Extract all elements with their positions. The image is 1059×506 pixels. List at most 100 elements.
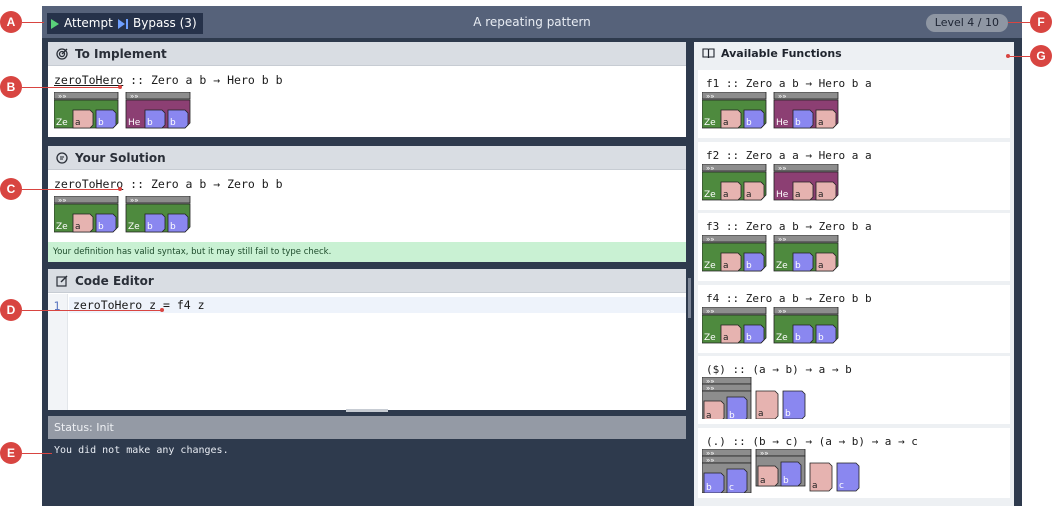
- callout-d-line: [22, 310, 162, 311]
- zero-label: Ze: [128, 222, 140, 232]
- top-bar: Attempt Bypass (3) A repeating pattern L…: [42, 6, 1022, 38]
- target-fn-name: zeroToHero: [54, 73, 124, 87]
- target-type: :: Zero a b → Hero b b: [123, 73, 283, 87]
- callout-a-line: [22, 22, 44, 23]
- status-output: You did not make any changes.: [48, 439, 686, 506]
- var-label: b: [818, 333, 824, 343]
- var-label: b: [795, 118, 801, 128]
- callout-e: E: [0, 442, 22, 464]
- function-signature: f2 :: Zero a a → Hero a a: [706, 149, 872, 162]
- var-label: b: [147, 118, 153, 128]
- target-icon: [56, 47, 68, 60]
- hero-label: He: [128, 118, 141, 128]
- var-label: b: [746, 118, 752, 128]
- zero-label: Ze: [56, 222, 68, 232]
- function-card-f3[interactable]: f3 :: Zero a b → Zero b a »» Ze a b»» Ze b a: [698, 213, 1010, 281]
- callout-b-line: [22, 87, 120, 88]
- solution-type: :: Zero a b → Zero b b: [123, 177, 283, 191]
- arrows-glyph: »»: [130, 93, 139, 101]
- function-card-compose[interactable]: (.) :: (b → c) → (a → b) → a → c »»»» b c»…: [698, 428, 1010, 498]
- var-label: a: [758, 409, 764, 419]
- callout-g: G: [1030, 45, 1052, 67]
- function-card-f4[interactable]: f4 :: Zero a b → Zero b b »» Ze a b»» Ze b b: [698, 285, 1010, 353]
- var-label: a: [818, 261, 824, 271]
- var-label: a: [723, 118, 729, 128]
- var-label: b: [746, 261, 752, 271]
- solution-header: Your Solution: [48, 146, 686, 170]
- var-label: c: [729, 483, 734, 493]
- available-functions-header: Available Functions: [694, 42, 1014, 64]
- to-implement-panel: To Implement zeroToHero :: Zero a b → He…: [48, 42, 686, 137]
- callout-b: B: [0, 76, 22, 98]
- editor-resize-handle[interactable]: [346, 409, 388, 412]
- function-signature: (.) :: (b → c) → (a → b) → a → c: [706, 435, 918, 448]
- var-label: b: [170, 222, 176, 232]
- pane-splitter-grip[interactable]: [688, 278, 691, 318]
- arrows-glyph: »»: [706, 236, 715, 244]
- var-label: a: [723, 190, 729, 200]
- var-label: b: [147, 222, 153, 232]
- callout-d: D: [0, 299, 22, 321]
- zero-label: Ze: [704, 190, 716, 200]
- var-label: a: [706, 411, 712, 419]
- available-functions-panel: Available Functions f1 :: Zero a b → Her…: [694, 42, 1014, 506]
- zero-label: Ze: [704, 333, 716, 343]
- var-label: a: [723, 333, 729, 343]
- arrows-glyph: »»: [58, 197, 67, 205]
- var-label: a: [812, 481, 818, 491]
- var-label: a: [723, 261, 729, 271]
- hero-label: He: [776, 190, 789, 200]
- level-indicator: Level 4 / 10: [925, 14, 1008, 32]
- code-editor-header: Code Editor: [48, 269, 686, 293]
- callout-c-dot: [118, 187, 122, 191]
- edit-icon: [56, 275, 68, 287]
- var-label: a: [746, 190, 752, 200]
- callout-f-line: [1008, 22, 1030, 23]
- function-card-apply[interactable]: ($) :: (a → b) → a → b »»»» a b a b: [698, 356, 1010, 424]
- target-type-diagram: »»Ze a b»»He b b: [54, 92, 191, 129]
- zero-label: Ze: [56, 118, 68, 128]
- app-window: Attempt Bypass (3) A repeating pattern L…: [42, 6, 1022, 506]
- syntax-message: Your definition has valid syntax, but it…: [48, 242, 686, 262]
- code-editor-title: Code Editor: [75, 273, 154, 288]
- arrows-glyph: »»: [58, 93, 67, 101]
- arrows-glyph: »»: [706, 93, 715, 101]
- arrows-glyph: »»: [778, 308, 787, 316]
- var-label: b: [795, 333, 801, 343]
- arrows-glyph: »»: [778, 236, 787, 244]
- var-label: b: [746, 333, 752, 343]
- var-label: b: [729, 411, 735, 419]
- to-implement-title: To Implement: [75, 46, 167, 61]
- book-icon: [702, 47, 715, 58]
- solution-panel: Your Solution zeroToHero :: Zero a b → Z…: [48, 146, 686, 262]
- var-label: a: [75, 118, 81, 128]
- callout-b-dot: [118, 85, 122, 89]
- var-label: a: [795, 190, 801, 200]
- zero-label: Ze: [704, 118, 716, 128]
- arrows-glyph: »»: [778, 93, 787, 101]
- callout-c: C: [0, 178, 22, 200]
- arrows-glyph: »»: [130, 197, 139, 205]
- function-signature: ($) :: (a → b) → a → b: [706, 363, 852, 376]
- function-card-f2[interactable]: f2 :: Zero a a → Hero a a »» Ze a a»» He a a: [698, 142, 1010, 210]
- hero-label: He: [776, 118, 789, 128]
- pane-splitter[interactable]: [687, 42, 693, 506]
- callout-c-line: [22, 189, 120, 190]
- var-label: b: [706, 483, 712, 493]
- target-signature: zeroToHero :: Zero a b → Hero b b: [54, 73, 283, 87]
- function-type-diagram: »»Ze a b»»He b a: [702, 92, 839, 129]
- function-signature: f4 :: Zero a b → Zero b b: [706, 292, 872, 305]
- var-label: b: [98, 118, 104, 128]
- callout-e-line: [22, 453, 52, 454]
- function-signature: f3 :: Zero a b → Zero b a: [706, 220, 872, 233]
- var-label: b: [98, 222, 104, 232]
- var-label: b: [795, 261, 801, 271]
- var-label: a: [818, 190, 824, 200]
- callout-a: A: [0, 11, 22, 33]
- function-type-diagram: »»Ze a b»»Ze b a: [702, 235, 839, 272]
- callout-f: F: [1030, 11, 1052, 33]
- arrows-glyph: »»: [706, 165, 715, 173]
- to-implement-header: To Implement: [48, 42, 686, 66]
- function-card-f1[interactable]: f1 :: Zero a b → Hero b a »» Ze a b»» He b a: [698, 70, 1010, 138]
- var-label: b: [783, 476, 789, 486]
